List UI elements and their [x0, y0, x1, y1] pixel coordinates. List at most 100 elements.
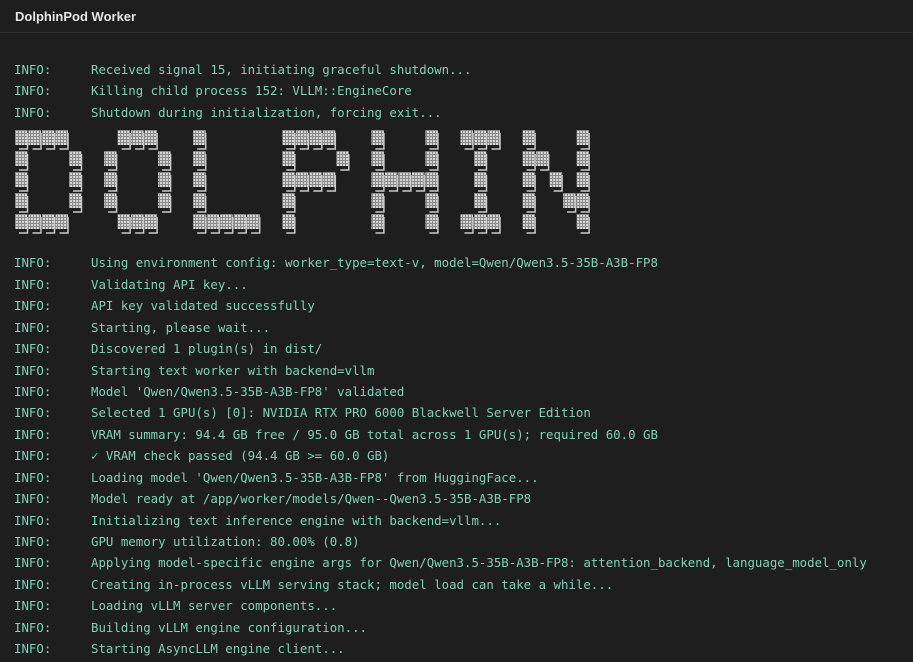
log-level: INFO: [14, 62, 52, 77]
banner-block [425, 171, 438, 187]
banner-block [576, 129, 590, 145]
banner-block [371, 213, 384, 229]
log-line: INFO: Loading vLLM server components... [14, 595, 913, 616]
log-line: INFO: Selected 1 GPU(s) [0]: NVIDIA RTX P… [14, 402, 913, 423]
banner-block [425, 129, 438, 145]
banner-block [576, 213, 590, 229]
log-message: Model ready at /app/worker/models/Qwen--… [91, 491, 532, 507]
banner-block [117, 213, 131, 229]
log-level: INFO: [14, 341, 52, 357]
banner-block [460, 213, 473, 229]
log-message: Killing child process 152: VLLM::EngineC… [91, 83, 412, 99]
banner-block [371, 150, 384, 166]
banner-block [487, 129, 500, 145]
banner-block [474, 213, 487, 229]
log-message: ✓ VRAM check passed (94.4 GB >= 60.0 GB) [91, 448, 390, 464]
banner-block [131, 213, 144, 229]
banner-block [193, 171, 206, 187]
window-title: DolphinPod Worker [15, 8, 137, 24]
dolphin-banner-art [15, 129, 590, 234]
log-level: INFO: [14, 576, 52, 592]
log-message: API key validated successfully [91, 298, 315, 314]
log-lines-before-banner: INFO: Received signal 15, initiating grac… [14, 59, 913, 123]
banner-block [69, 192, 82, 208]
banner-block [425, 192, 438, 208]
log-level: INFO: [14, 83, 52, 99]
log-line: INFO: Received signal 15, initiating grac… [14, 59, 913, 80]
banner-block [460, 129, 473, 145]
banner-block [220, 213, 233, 229]
log-level: INFO: [14, 619, 52, 635]
banner-block [15, 150, 28, 166]
banner-block [522, 150, 536, 166]
log-line: INFO: Building vLLM engine configuration.… [14, 617, 913, 638]
log-message: Discovered 1 plugin(s) in dist/ [91, 341, 323, 357]
banner-block [104, 150, 117, 166]
banner-block [282, 213, 295, 229]
banner-block [549, 171, 563, 187]
ascii-banner-logo [13, 123, 913, 252]
banner-block [158, 150, 171, 166]
banner-block [309, 129, 322, 145]
log-line: INFO: Starting, please wait... [14, 317, 913, 338]
banner-block [247, 213, 260, 229]
banner-block [158, 192, 171, 208]
log-level: INFO: [14, 598, 52, 614]
log-output[interactable]: INFO: Received signal 15, initiating grac… [14, 59, 913, 660]
banner-block [28, 213, 41, 229]
banner-block [15, 213, 28, 229]
log-lines-after-banner: INFO: Using environment config: worker_ty… [14, 252, 913, 659]
log-message: VRAM summary: 94.4 GB free / 95.0 GB tot… [91, 426, 658, 442]
banner-block [104, 192, 117, 208]
banner-block [69, 171, 82, 187]
log-message: Loading vLLM server components... [91, 598, 338, 614]
banner-block [282, 192, 295, 208]
log-level: INFO: [14, 362, 52, 378]
log-level: INFO: [14, 534, 52, 549]
log-line: INFO: Killing child process 152: VLLM::En… [14, 80, 913, 101]
log-level: INFO: [14, 255, 52, 271]
banner-block [295, 129, 309, 145]
log-level: INFO: [14, 104, 52, 120]
banner-block [322, 129, 336, 145]
banner-block [193, 192, 206, 208]
banner-block [104, 171, 117, 187]
banner-block [474, 171, 487, 187]
log-message: Selected 1 GPU(s) [0]: NVIDIA RTX PRO 60… [91, 405, 591, 421]
banner-block [425, 150, 438, 166]
banner-block [536, 150, 549, 166]
banner-block [158, 171, 171, 187]
banner-block [384, 171, 398, 187]
log-line: INFO: Creating in-process vLLM serving st… [14, 574, 913, 595]
log-line: INFO: Shutdown during initialization, for… [14, 102, 913, 123]
banner-block [576, 171, 590, 187]
log-message: Model 'Qwen/Qwen3.5-35B-A3B-FP8' validat… [91, 383, 405, 399]
log-level: INFO: [14, 512, 52, 528]
log-level: INFO: [14, 641, 52, 657]
log-message: Starting AsyncLLM engine client... [91, 641, 345, 657]
banner-block [42, 129, 55, 145]
log-line: INFO: Loading model 'Qwen/Qwen3.5-35B-A3B… [14, 467, 913, 488]
log-line: INFO: Initializing text inference engine … [14, 510, 913, 531]
log-line: INFO: Model 'Qwen/Qwen3.5-35B-A3B-FP8' va… [14, 381, 913, 402]
banner-block [144, 213, 158, 229]
banner-block [117, 129, 131, 145]
banner-block [282, 171, 295, 187]
log-message: Building vLLM engine configuration... [91, 619, 368, 635]
banner-block [322, 171, 336, 187]
log-message: Applying model-specific engine args for … [91, 555, 867, 571]
banner-block [576, 150, 590, 166]
log-line: INFO: GPU memory utilization: 80.00% (0.8… [14, 531, 913, 552]
banner-block [411, 171, 425, 187]
log-message: Received signal 15, initiating graceful … [91, 62, 472, 77]
log-level: INFO: [14, 469, 52, 485]
banner-block [522, 192, 536, 208]
terminal-window: DolphinPod Worker INFO: Received signal 1… [0, 0, 913, 662]
banner-block [15, 192, 28, 208]
banner-block [563, 192, 576, 208]
banner-block [15, 129, 28, 145]
log-message: Loading model 'Qwen/Qwen3.5-35B-A3B-FP8'… [91, 469, 539, 485]
log-line: INFO: Validating API key... [14, 274, 913, 295]
banner-block [131, 129, 144, 145]
title-bar: DolphinPod Worker [0, 0, 913, 33]
